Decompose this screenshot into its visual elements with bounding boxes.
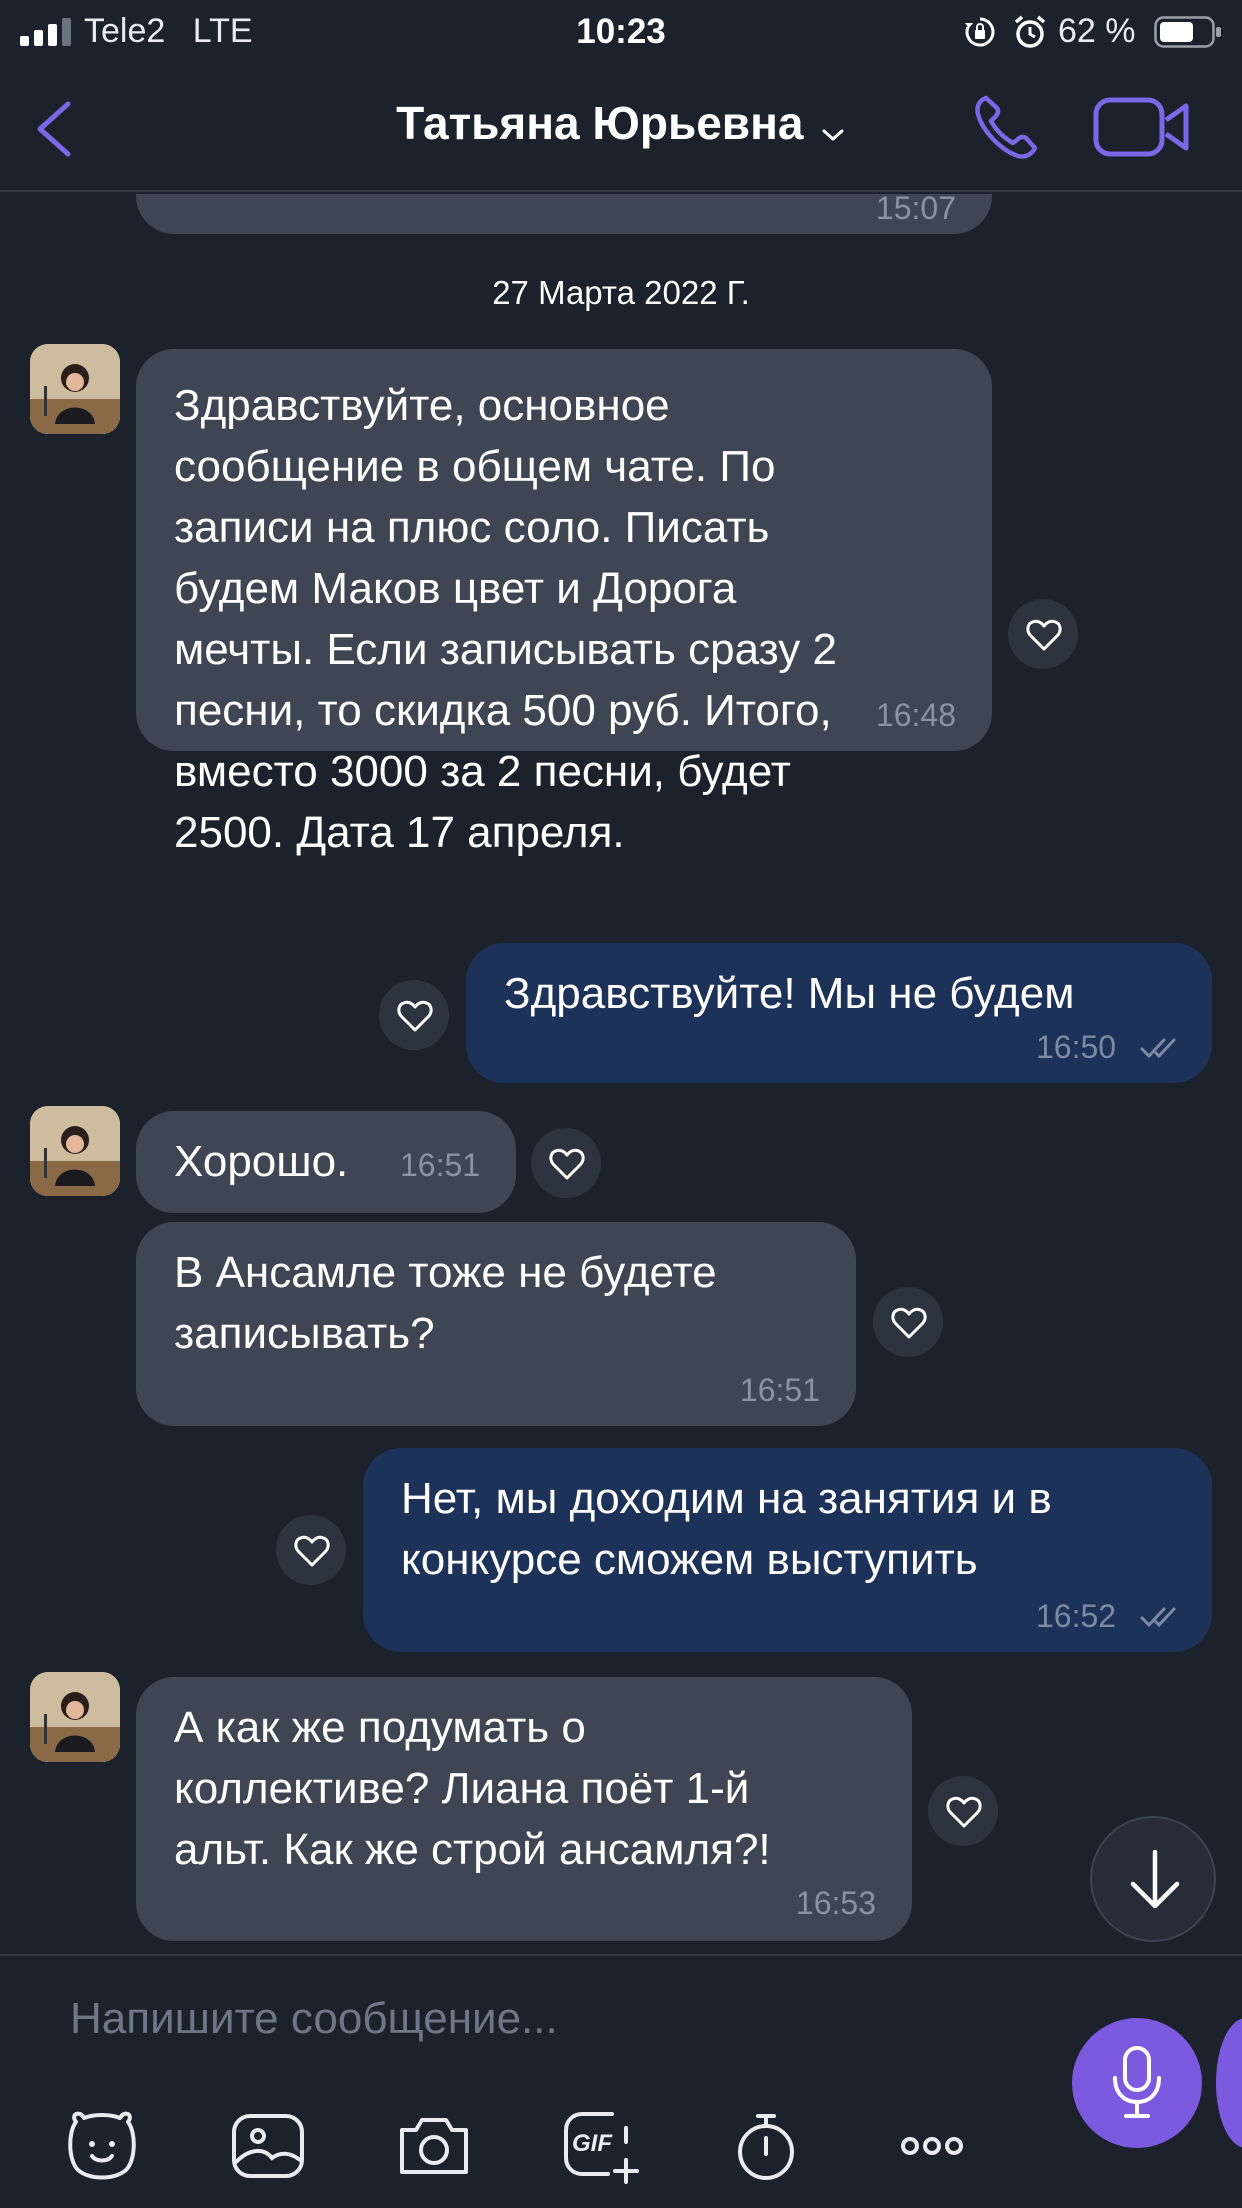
video-camera-icon[interactable] bbox=[1092, 94, 1192, 160]
message-bubble-outgoing[interactable]: Нет, мы доходим на занятия и в конкурсе … bbox=[363, 1448, 1212, 1652]
message-input[interactable]: Напишите сообщение... bbox=[70, 1994, 558, 2044]
message-text: В Ансамле тоже не будете записывать? bbox=[174, 1248, 717, 1358]
status-time: 10:23 bbox=[576, 12, 666, 51]
composer: Напишите сообщение... GIF bbox=[0, 1954, 1242, 2208]
message-text: Хорошо. bbox=[174, 1137, 349, 1186]
heart-icon bbox=[1026, 619, 1062, 651]
gallery-icon[interactable] bbox=[228, 2108, 308, 2184]
microphone-icon bbox=[1113, 2046, 1161, 2118]
message-time: 16:52 bbox=[1036, 1598, 1117, 1634]
heart-icon bbox=[946, 1796, 982, 1828]
message-bubble-outgoing[interactable]: Здравствуйте! Мы не будем 16:50 bbox=[466, 943, 1212, 1083]
alarm-icon bbox=[1014, 15, 1046, 48]
message-list[interactable]: 15:07 27 Марта 2022 Г. Здравствуйте, осн… bbox=[0, 194, 1242, 1954]
message-bubble-incoming[interactable]: Здравствуйте, основное сообщение в общем… bbox=[136, 349, 992, 857]
message-text: Здравствуйте! Мы не будем bbox=[504, 969, 1075, 1018]
message-bubble-incoming[interactable]: Хорошо. 16:51 bbox=[136, 1111, 516, 1213]
rotation-lock-icon bbox=[965, 17, 995, 47]
date-separator: 27 Марта 2022 Г. bbox=[492, 274, 750, 311]
message-time: 16:53 bbox=[795, 1885, 876, 1921]
message-bubble-incoming[interactable]: А как же подумать о коллективе? Лиана по… bbox=[136, 1677, 912, 1941]
gif-label: GIF bbox=[572, 2130, 612, 2157]
like-button[interactable] bbox=[1008, 599, 1078, 669]
contact-name: Татьяна Юрьевна bbox=[396, 97, 804, 149]
message-time: 16:50 bbox=[1036, 1029, 1117, 1065]
battery-icon bbox=[1154, 16, 1221, 48]
gif-icon[interactable]: GIF bbox=[560, 2108, 640, 2184]
message-time: 15:07 bbox=[875, 194, 956, 226]
sticker-icon[interactable] bbox=[62, 2108, 142, 2184]
heart-icon bbox=[891, 1307, 927, 1339]
like-button[interactable] bbox=[276, 1515, 346, 1585]
message-bubble-incoming[interactable]: В Ансамле тоже не будете записывать? 16:… bbox=[136, 1222, 856, 1426]
like-button[interactable] bbox=[531, 1128, 601, 1198]
heart-icon bbox=[549, 1148, 585, 1180]
read-receipt-icon bbox=[1140, 1607, 1176, 1628]
battery-percent: 62 % bbox=[1058, 12, 1136, 50]
like-button[interactable] bbox=[928, 1776, 998, 1846]
heart-icon bbox=[397, 1000, 433, 1032]
phone-icon[interactable] bbox=[970, 90, 1044, 164]
like-button[interactable] bbox=[379, 980, 449, 1050]
read-receipt-icon bbox=[1140, 1038, 1176, 1059]
heart-icon bbox=[294, 1535, 330, 1567]
message-time: 16:48 bbox=[875, 697, 956, 733]
timer-icon[interactable] bbox=[726, 2108, 806, 2184]
contact-title[interactable]: Татьяна Юрьевна bbox=[0, 96, 1242, 150]
secondary-action-button[interactable] bbox=[1216, 2018, 1242, 2148]
like-button[interactable] bbox=[873, 1287, 943, 1357]
chat-header: Татьяна Юрьевна bbox=[0, 64, 1242, 192]
message-text: А как же подумать о коллективе? Лиана по… bbox=[174, 1703, 771, 1874]
message-text: Нет, мы доходим на занятия и в конкурсе … bbox=[401, 1474, 1052, 1584]
message-time: 16:51 bbox=[739, 1372, 820, 1408]
contact-avatar[interactable] bbox=[30, 1672, 120, 1762]
more-icon[interactable] bbox=[892, 2108, 972, 2184]
scroll-to-bottom-button[interactable] bbox=[1090, 1816, 1216, 1942]
camera-icon[interactable] bbox=[394, 2108, 474, 2184]
chevron-down-icon bbox=[822, 129, 844, 141]
message-bubble-previous[interactable]: 15:07 bbox=[136, 194, 992, 234]
contact-avatar[interactable] bbox=[30, 344, 120, 434]
voice-message-button[interactable] bbox=[1072, 2018, 1202, 2148]
contact-avatar[interactable] bbox=[30, 1106, 120, 1196]
message-text: Здравствуйте, основное сообщение в общем… bbox=[174, 381, 837, 857]
arrow-down-icon bbox=[1130, 1849, 1180, 1909]
status-bar: Tele2 LTE 10:23 62 % bbox=[0, 0, 1242, 64]
message-time: 16:51 bbox=[400, 1147, 481, 1183]
